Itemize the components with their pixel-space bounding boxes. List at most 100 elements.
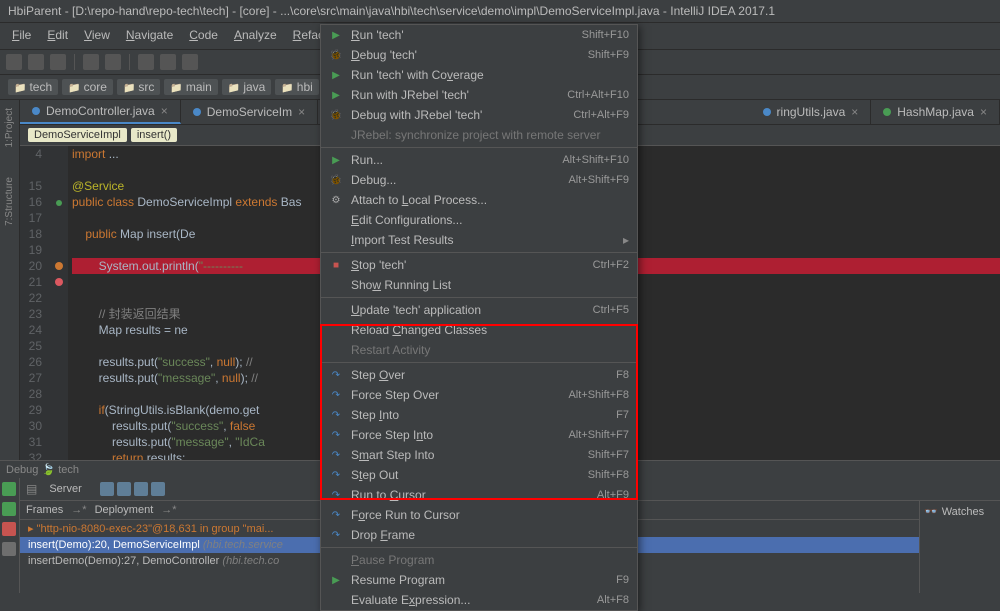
close-icon[interactable]: × — [298, 105, 305, 119]
crumb-main[interactable]: main — [164, 79, 217, 95]
breakpoints-icon[interactable] — [2, 542, 16, 556]
watches-label: Watches — [942, 506, 984, 518]
menu-item-drop-frame[interactable]: Drop Frame — [321, 525, 637, 545]
bug-green-icon — [329, 173, 343, 187]
close-icon[interactable]: × — [161, 104, 168, 118]
step-into-icon[interactable] — [117, 482, 131, 496]
separator — [74, 54, 75, 70]
blank-icon — [329, 343, 343, 357]
warning-gutter-icon[interactable] — [55, 262, 63, 270]
menu-file[interactable]: File — [4, 25, 39, 47]
menu-item-stop-tech[interactable]: Stop 'tech'Ctrl+F2 — [321, 255, 637, 275]
menu-item-restart-activity: Restart Activity — [321, 340, 637, 360]
crumb-src[interactable]: src — [117, 79, 160, 95]
bug-green-icon — [329, 48, 343, 62]
menu-item-smart-step-into[interactable]: Smart Step IntoShift+F7 — [321, 445, 637, 465]
menu-item-update-tech-application[interactable]: Update 'tech' applicationCtrl+F5 — [321, 300, 637, 320]
rerun-icon[interactable] — [2, 482, 16, 496]
bug-green-icon — [329, 108, 343, 122]
structure-tool-tab[interactable]: 7:Structure — [4, 177, 15, 226]
menu-item-step-out[interactable]: Step OutShift+F8 — [321, 465, 637, 485]
breakpoint-icon[interactable] — [55, 278, 63, 286]
close-icon[interactable]: × — [980, 105, 987, 119]
crumb-tech[interactable]: tech — [8, 79, 58, 95]
menu-item-run-to-cursor[interactable]: Run to CursorAlt+F9 — [321, 485, 637, 505]
menu-separator — [321, 252, 637, 253]
menu-view[interactable]: View — [76, 25, 118, 47]
crumb-hbi[interactable]: hbi — [275, 79, 318, 95]
gear-icon — [329, 193, 343, 207]
console-icon[interactable]: ▤ — [26, 482, 37, 496]
open-icon[interactable] — [6, 54, 22, 70]
line-gutter: 4 15161718192021222324252627282930313233… — [20, 146, 50, 460]
menu-item-force-step-over[interactable]: Force Step OverAlt+Shift+F8 — [321, 385, 637, 405]
gutter-marks — [50, 146, 68, 460]
blank-icon — [329, 213, 343, 227]
editor-tab[interactable]: DemoServiceIm× — [181, 100, 318, 124]
menu-navigate[interactable]: Navigate — [118, 25, 181, 47]
resume-icon[interactable] — [2, 502, 16, 516]
editor-tab[interactable]: ringUtils.java× — [751, 100, 872, 124]
editor-tab[interactable]: DemoController.java× — [20, 100, 181, 124]
crumb-core[interactable]: core — [62, 79, 113, 95]
run-gutter-icon[interactable] — [56, 200, 62, 206]
run-to-cursor-icon[interactable] — [151, 482, 165, 496]
blank-icon — [329, 323, 343, 337]
menu-item-debug-with-jrebel-tech[interactable]: Debug with JRebel 'tech'Ctrl+Alt+F9 — [321, 105, 637, 125]
menu-item-run[interactable]: Run...Alt+Shift+F10 — [321, 150, 637, 170]
menu-item-attach-to-local-process[interactable]: Attach to Local Process... — [321, 190, 637, 210]
menu-item-debug-tech[interactable]: Debug 'tech'Shift+F9 — [321, 45, 637, 65]
undo-icon[interactable] — [83, 54, 99, 70]
blank-icon — [329, 553, 343, 567]
refresh-icon[interactable] — [50, 54, 66, 70]
menu-item-import-test-results[interactable]: Import Test Results▸ — [321, 230, 637, 250]
step-ico-icon — [329, 428, 343, 442]
left-tool-strip: 1:Project 7:Structure — [0, 100, 20, 460]
menu-item-debug[interactable]: Debug...Alt+Shift+F9 — [321, 170, 637, 190]
menu-item-run-tech-with-coverage[interactable]: Run 'tech' with Coverage — [321, 65, 637, 85]
menu-item-run-tech[interactable]: Run 'tech'Shift+F10 — [321, 25, 637, 45]
cut-icon[interactable] — [138, 54, 154, 70]
menu-item-show-running-list[interactable]: Show Running List — [321, 275, 637, 295]
menu-analyze[interactable]: Analyze — [226, 25, 285, 47]
editor-tab[interactable]: HashMap.java× — [871, 100, 1000, 124]
play-green-icon — [329, 573, 343, 587]
window-title: HbiParent - [D:\repo-hand\repo-tech\tech… — [0, 0, 1000, 23]
play-green-icon — [329, 153, 343, 167]
deployment-header[interactable]: Deployment — [95, 504, 154, 516]
menu-edit[interactable]: Edit — [39, 25, 76, 47]
separator — [129, 54, 130, 70]
menu-item-run-with-jrebel-tech[interactable]: Run with JRebel 'tech'Ctrl+Alt+F10 — [321, 85, 637, 105]
close-icon[interactable]: × — [851, 105, 858, 119]
step-ico-icon — [329, 508, 343, 522]
menu-item-jrebel-synchronize-project-with-remote-server: JRebel: synchronize project with remote … — [321, 125, 637, 145]
blank-icon — [329, 278, 343, 292]
menu-item-force-run-to-cursor[interactable]: Force Run to Cursor — [321, 505, 637, 525]
crumb-java[interactable]: java — [222, 79, 271, 95]
menu-item-step-into[interactable]: Step IntoF7 — [321, 405, 637, 425]
step-out-icon[interactable] — [134, 482, 148, 496]
menu-item-edit-configurations[interactable]: Edit Configurations... — [321, 210, 637, 230]
stop-icon[interactable] — [2, 522, 16, 536]
step-ico-icon — [329, 488, 343, 502]
paste-icon[interactable] — [182, 54, 198, 70]
menu-item-evaluate-expression[interactable]: Evaluate Expression...Alt+F8 — [321, 590, 637, 610]
menu-item-reload-changed-classes[interactable]: Reload Changed Classes — [321, 320, 637, 340]
menu-code[interactable]: Code — [181, 25, 226, 47]
play-green-icon — [329, 28, 343, 42]
menu-item-step-over[interactable]: Step OverF8 — [321, 365, 637, 385]
server-tab[interactable]: Server — [43, 481, 87, 497]
redo-icon[interactable] — [105, 54, 121, 70]
save-icon[interactable] — [28, 54, 44, 70]
menu-item-resume-program[interactable]: Resume ProgramF9 — [321, 570, 637, 590]
context-method[interactable]: insert() — [131, 128, 177, 142]
menu-item-force-step-into[interactable]: Force Step IntoAlt+Shift+F7 — [321, 425, 637, 445]
step-over-icon[interactable] — [100, 482, 114, 496]
step-ico-icon — [329, 468, 343, 482]
context-class[interactable]: DemoServiceImpl — [28, 128, 127, 142]
frames-header[interactable]: Frames — [26, 504, 63, 516]
copy-icon[interactable] — [160, 54, 176, 70]
stop-red-icon — [329, 258, 343, 272]
project-tool-tab[interactable]: 1:Project — [4, 108, 15, 147]
blank-icon — [329, 233, 343, 247]
